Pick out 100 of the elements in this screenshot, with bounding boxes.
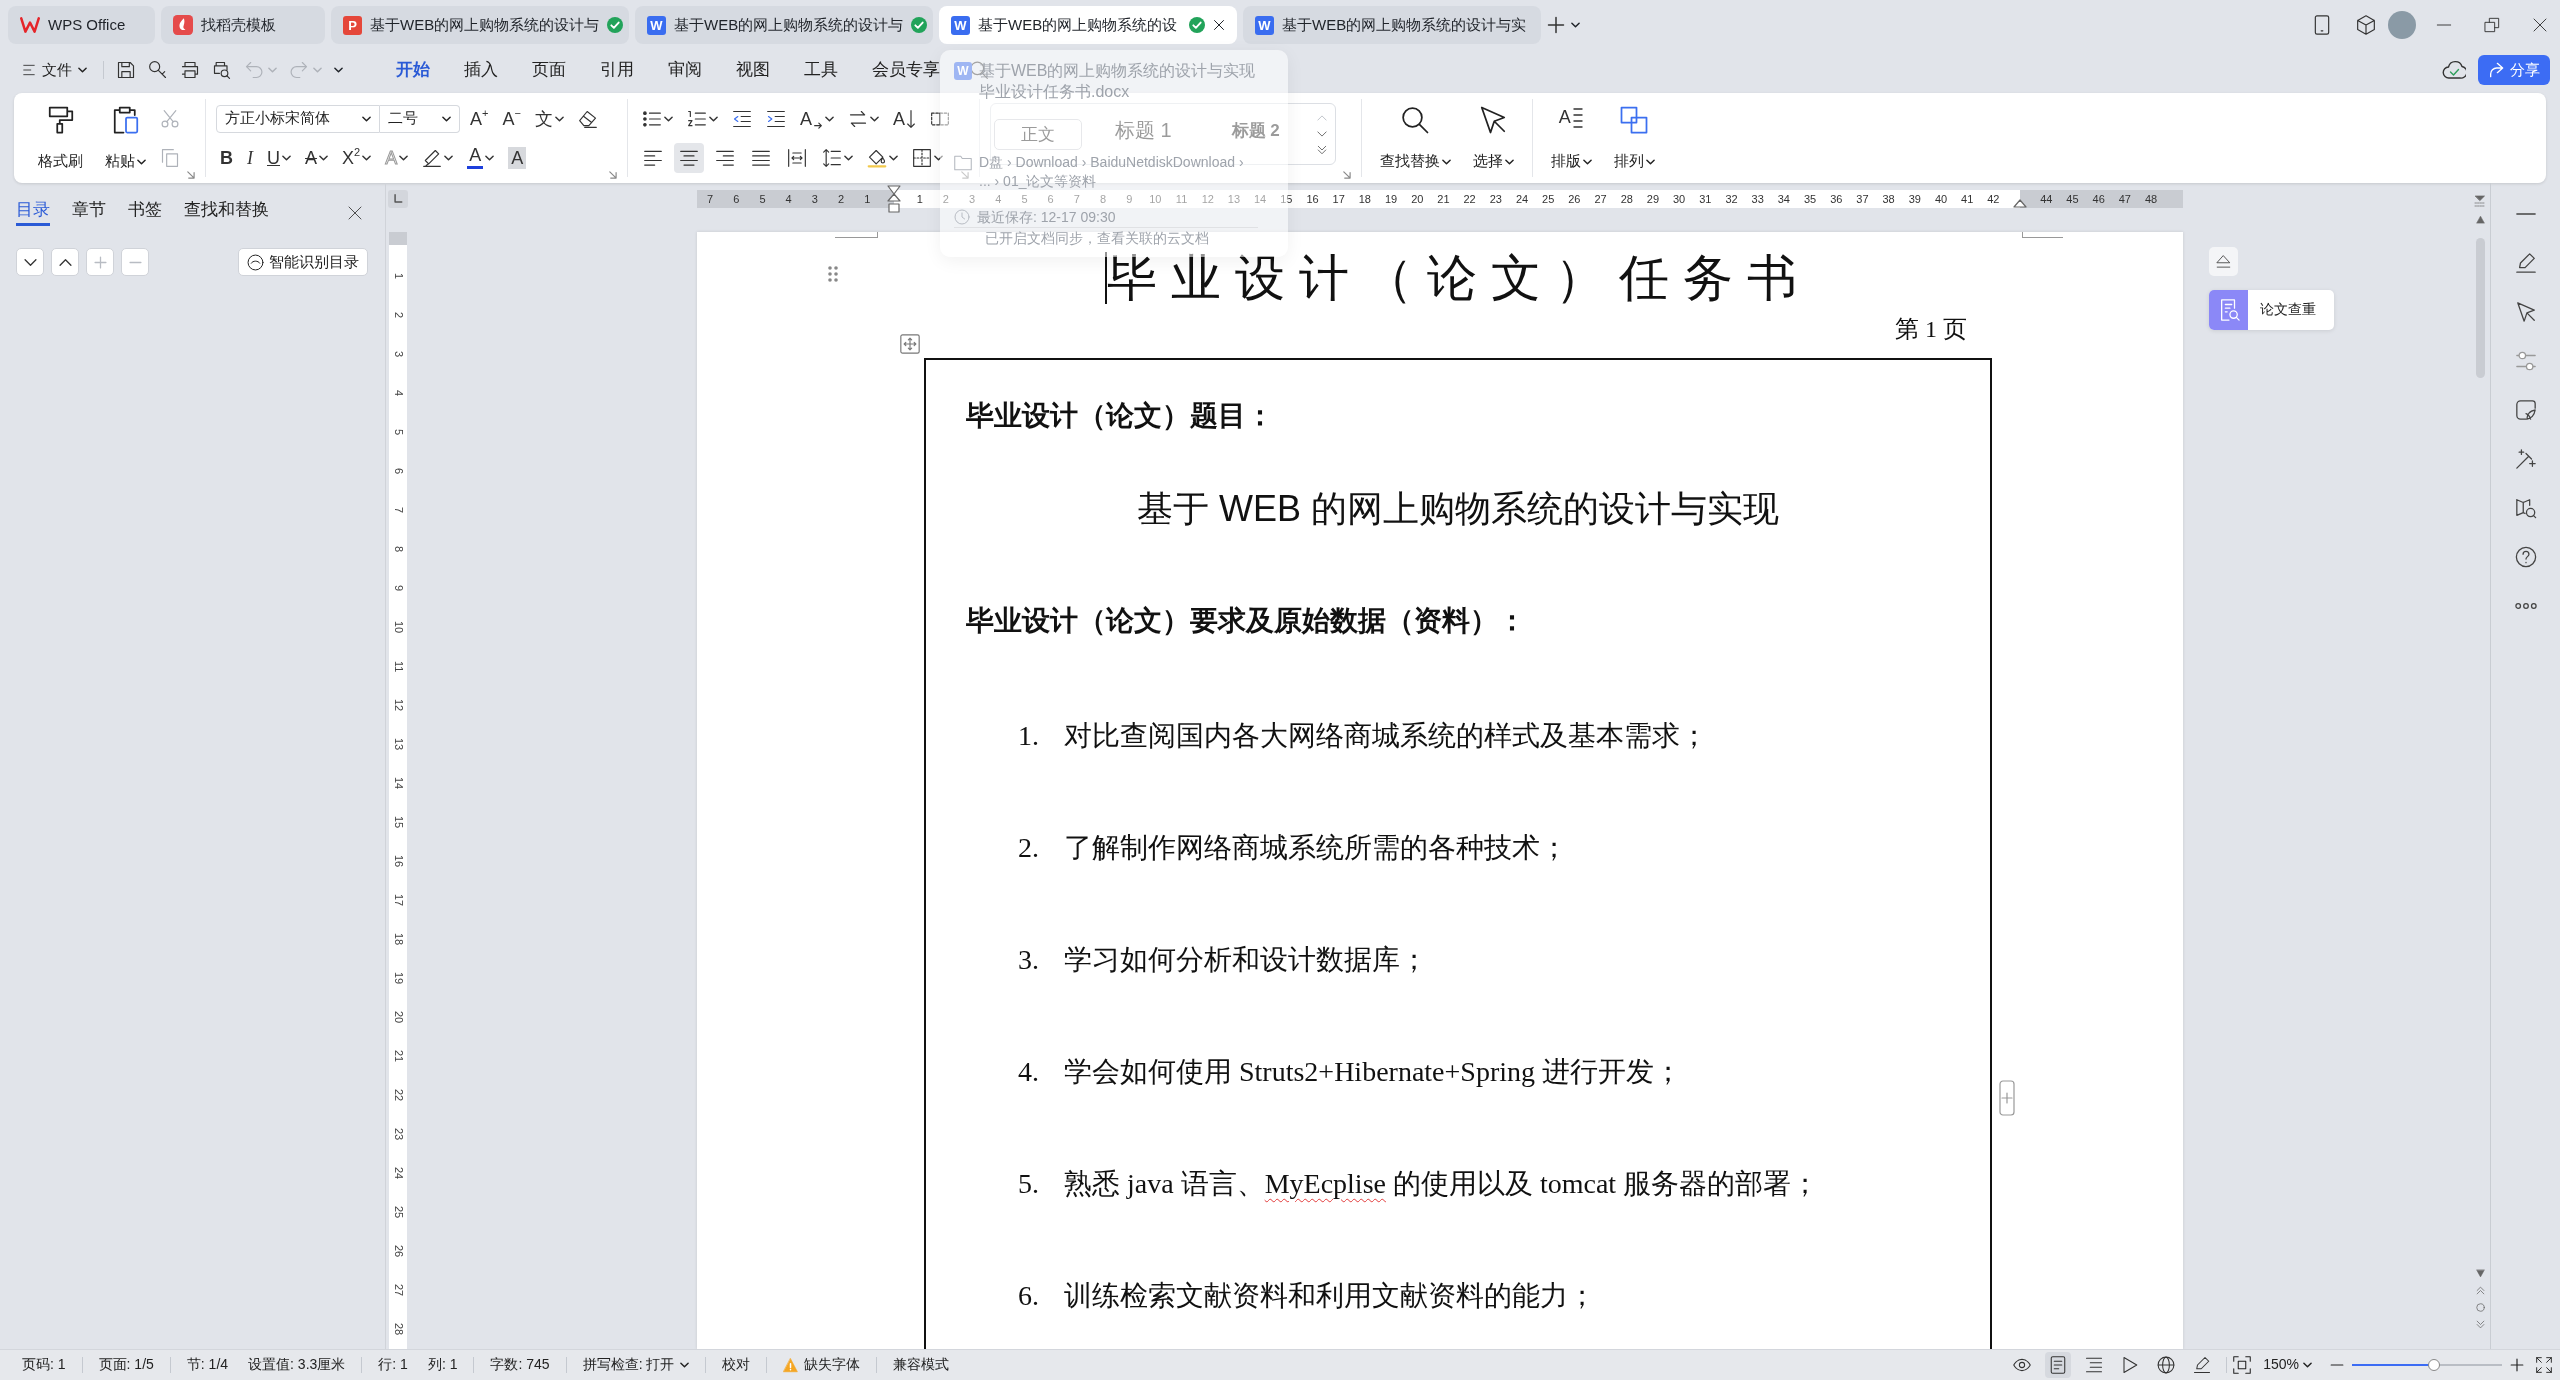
phonetic-guide-button[interactable]: 文 [530,103,568,134]
caret-icon[interactable] [824,115,834,122]
superscript-button[interactable]: X$^{2}$ [338,142,376,173]
numbered-list-icon[interactable] [686,108,707,129]
zoom-in-icon[interactable] [2510,1358,2524,1372]
fit-page-icon[interactable] [2233,1356,2252,1374]
file-menu[interactable]: 文件 [18,58,91,82]
status-warning[interactable]: 缺失字体 [783,1356,861,1374]
scrollbar-thumb[interactable] [2475,238,2485,378]
previous-page-icon[interactable] [2475,1286,2485,1295]
caret-icon[interactable] [1645,158,1655,165]
dialog-launcher-icon[interactable] [186,170,195,179]
cursor-icon[interactable] [2514,301,2537,323]
cloud-check-icon[interactable] [2442,58,2466,82]
plagiarism-check-button[interactable]: 论文查重 [2209,290,2334,330]
outdent-icon[interactable] [731,108,752,129]
help-icon[interactable] [2514,546,2537,568]
fullscreen-icon[interactable] [2536,1357,2552,1373]
caret-icon[interactable] [1582,158,1592,165]
expand-gallery-icon[interactable] [1316,145,1327,155]
panel-tab[interactable]: 书签 [128,199,162,227]
ribbon-tab[interactable]: 工具 [802,55,840,85]
ribbon-tab[interactable]: 插入 [462,55,500,85]
indent-icon[interactable] [765,108,786,129]
scroll-down-icon[interactable] [1316,129,1327,139]
browse-object-icon[interactable] [2475,1303,2485,1312]
document-tab[interactable]: W 基于WEB的网上购物系统的设计与实 [1243,6,1541,44]
italic-button[interactable]: I [243,142,257,173]
select-button[interactable]: 选择 [1464,99,1522,177]
page-view-icon[interactable] [2045,1352,2072,1378]
document-tab[interactable]: W 基于WEB的网上购物系统的设 [939,6,1237,44]
highlighter-icon[interactable] [422,147,443,168]
caret-icon[interactable] [334,67,343,73]
ribbon-tab[interactable]: 开始 [394,55,432,85]
caret-icon[interactable] [843,154,853,161]
next-page-icon[interactable] [2475,1320,2485,1329]
borders-icon[interactable] [911,147,932,168]
caret-icon[interactable] [1504,158,1514,165]
bold-button[interactable]: B [216,142,237,173]
line-spacing-icon[interactable] [821,147,842,168]
typeset-button[interactable]: A 排版 [1542,99,1600,177]
caret-icon[interactable] [444,154,454,161]
caret-icon[interactable] [869,115,879,122]
home-tab[interactable]: WPS Office [8,6,155,44]
caret-icon[interactable] [319,154,328,161]
print-preview-icon[interactable] [212,60,232,80]
caret-icon[interactable] [399,154,409,161]
drag-handle-icon[interactable] [828,266,838,282]
font-size-field[interactable]: 二号 [380,104,460,133]
font-name-field[interactable]: 方正小标宋简体 [216,104,380,133]
ribbon-tab[interactable]: 页面 [530,55,568,85]
document-tab[interactable]: P 基于WEB的网上购物系统的设计与 [331,6,629,44]
ribbon-tab[interactable]: 会员专享 [870,55,942,85]
align-center-icon[interactable] [673,142,704,173]
save-icon[interactable] [116,60,136,80]
document-tab[interactable]: W 基于WEB的网上购物系统的设计与 [635,6,933,44]
shrink-font-button[interactable]: A$^{−}$ [498,103,525,134]
scroll-up-icon[interactable] [2475,215,2485,224]
swap-arrows-icon[interactable] [847,108,868,129]
caret-icon[interactable] [78,67,87,73]
find-replace-button[interactable]: 查找替换 [1371,99,1459,177]
caret-icon[interactable] [442,115,451,122]
sliders-icon[interactable] [2514,350,2537,372]
close-icon[interactable] [347,204,363,221]
indent-marker-icon[interactable] [2013,199,2028,208]
caret-icon[interactable] [485,154,495,161]
underline-button[interactable]: U [263,142,295,173]
caret-icon[interactable] [1571,22,1580,28]
caret-icon[interactable] [1441,158,1451,165]
cube-icon[interactable] [2356,15,2376,35]
paste-button[interactable]: 粘贴 [97,99,154,177]
smart-toc-button[interactable]: 智能识别目录 [238,248,368,277]
dialog-launcher-icon[interactable] [1341,170,1351,179]
font-color-button[interactable]: A [463,142,499,173]
key-icon[interactable] [148,60,168,80]
pen-icon[interactable] [2514,252,2537,274]
magic-wand-icon[interactable] [2514,448,2537,470]
panel-tab[interactable]: 目录 [16,199,50,227]
tab-stop-icon[interactable] [388,190,408,208]
eraser-icon[interactable] [577,108,598,129]
dialog-launcher-icon[interactable] [607,170,617,179]
zoom-slider[interactable] [2352,1358,2502,1372]
tablet-icon[interactable] [2312,15,2332,35]
arrange-button[interactable]: 排列 [1605,99,1663,177]
ribbon-tab[interactable]: 引用 [598,55,636,85]
grow-font-button[interactable]: A$^{+}$ [466,103,493,134]
ribbon-tab[interactable]: 视图 [734,55,772,85]
chevron-up-icon[interactable] [51,248,79,277]
status-dropdown[interactable]: 拼写检查: 打开 [582,1356,690,1374]
share-button[interactable]: 分享 [2478,55,2550,85]
caret-icon[interactable] [933,154,943,161]
caret-icon[interactable] [554,115,564,122]
close-icon[interactable] [2532,17,2548,33]
caret-icon[interactable] [2303,1362,2312,1368]
caret-icon[interactable] [680,1362,690,1368]
scroll-down-icon[interactable] [2475,1269,2485,1278]
strikethrough-button[interactable]: A [301,142,332,173]
ribbon-tab[interactable]: 审阅 [666,55,704,85]
template-tab[interactable]: 找稻壳模板 [161,6,325,44]
paint-bucket-icon[interactable] [866,147,887,168]
